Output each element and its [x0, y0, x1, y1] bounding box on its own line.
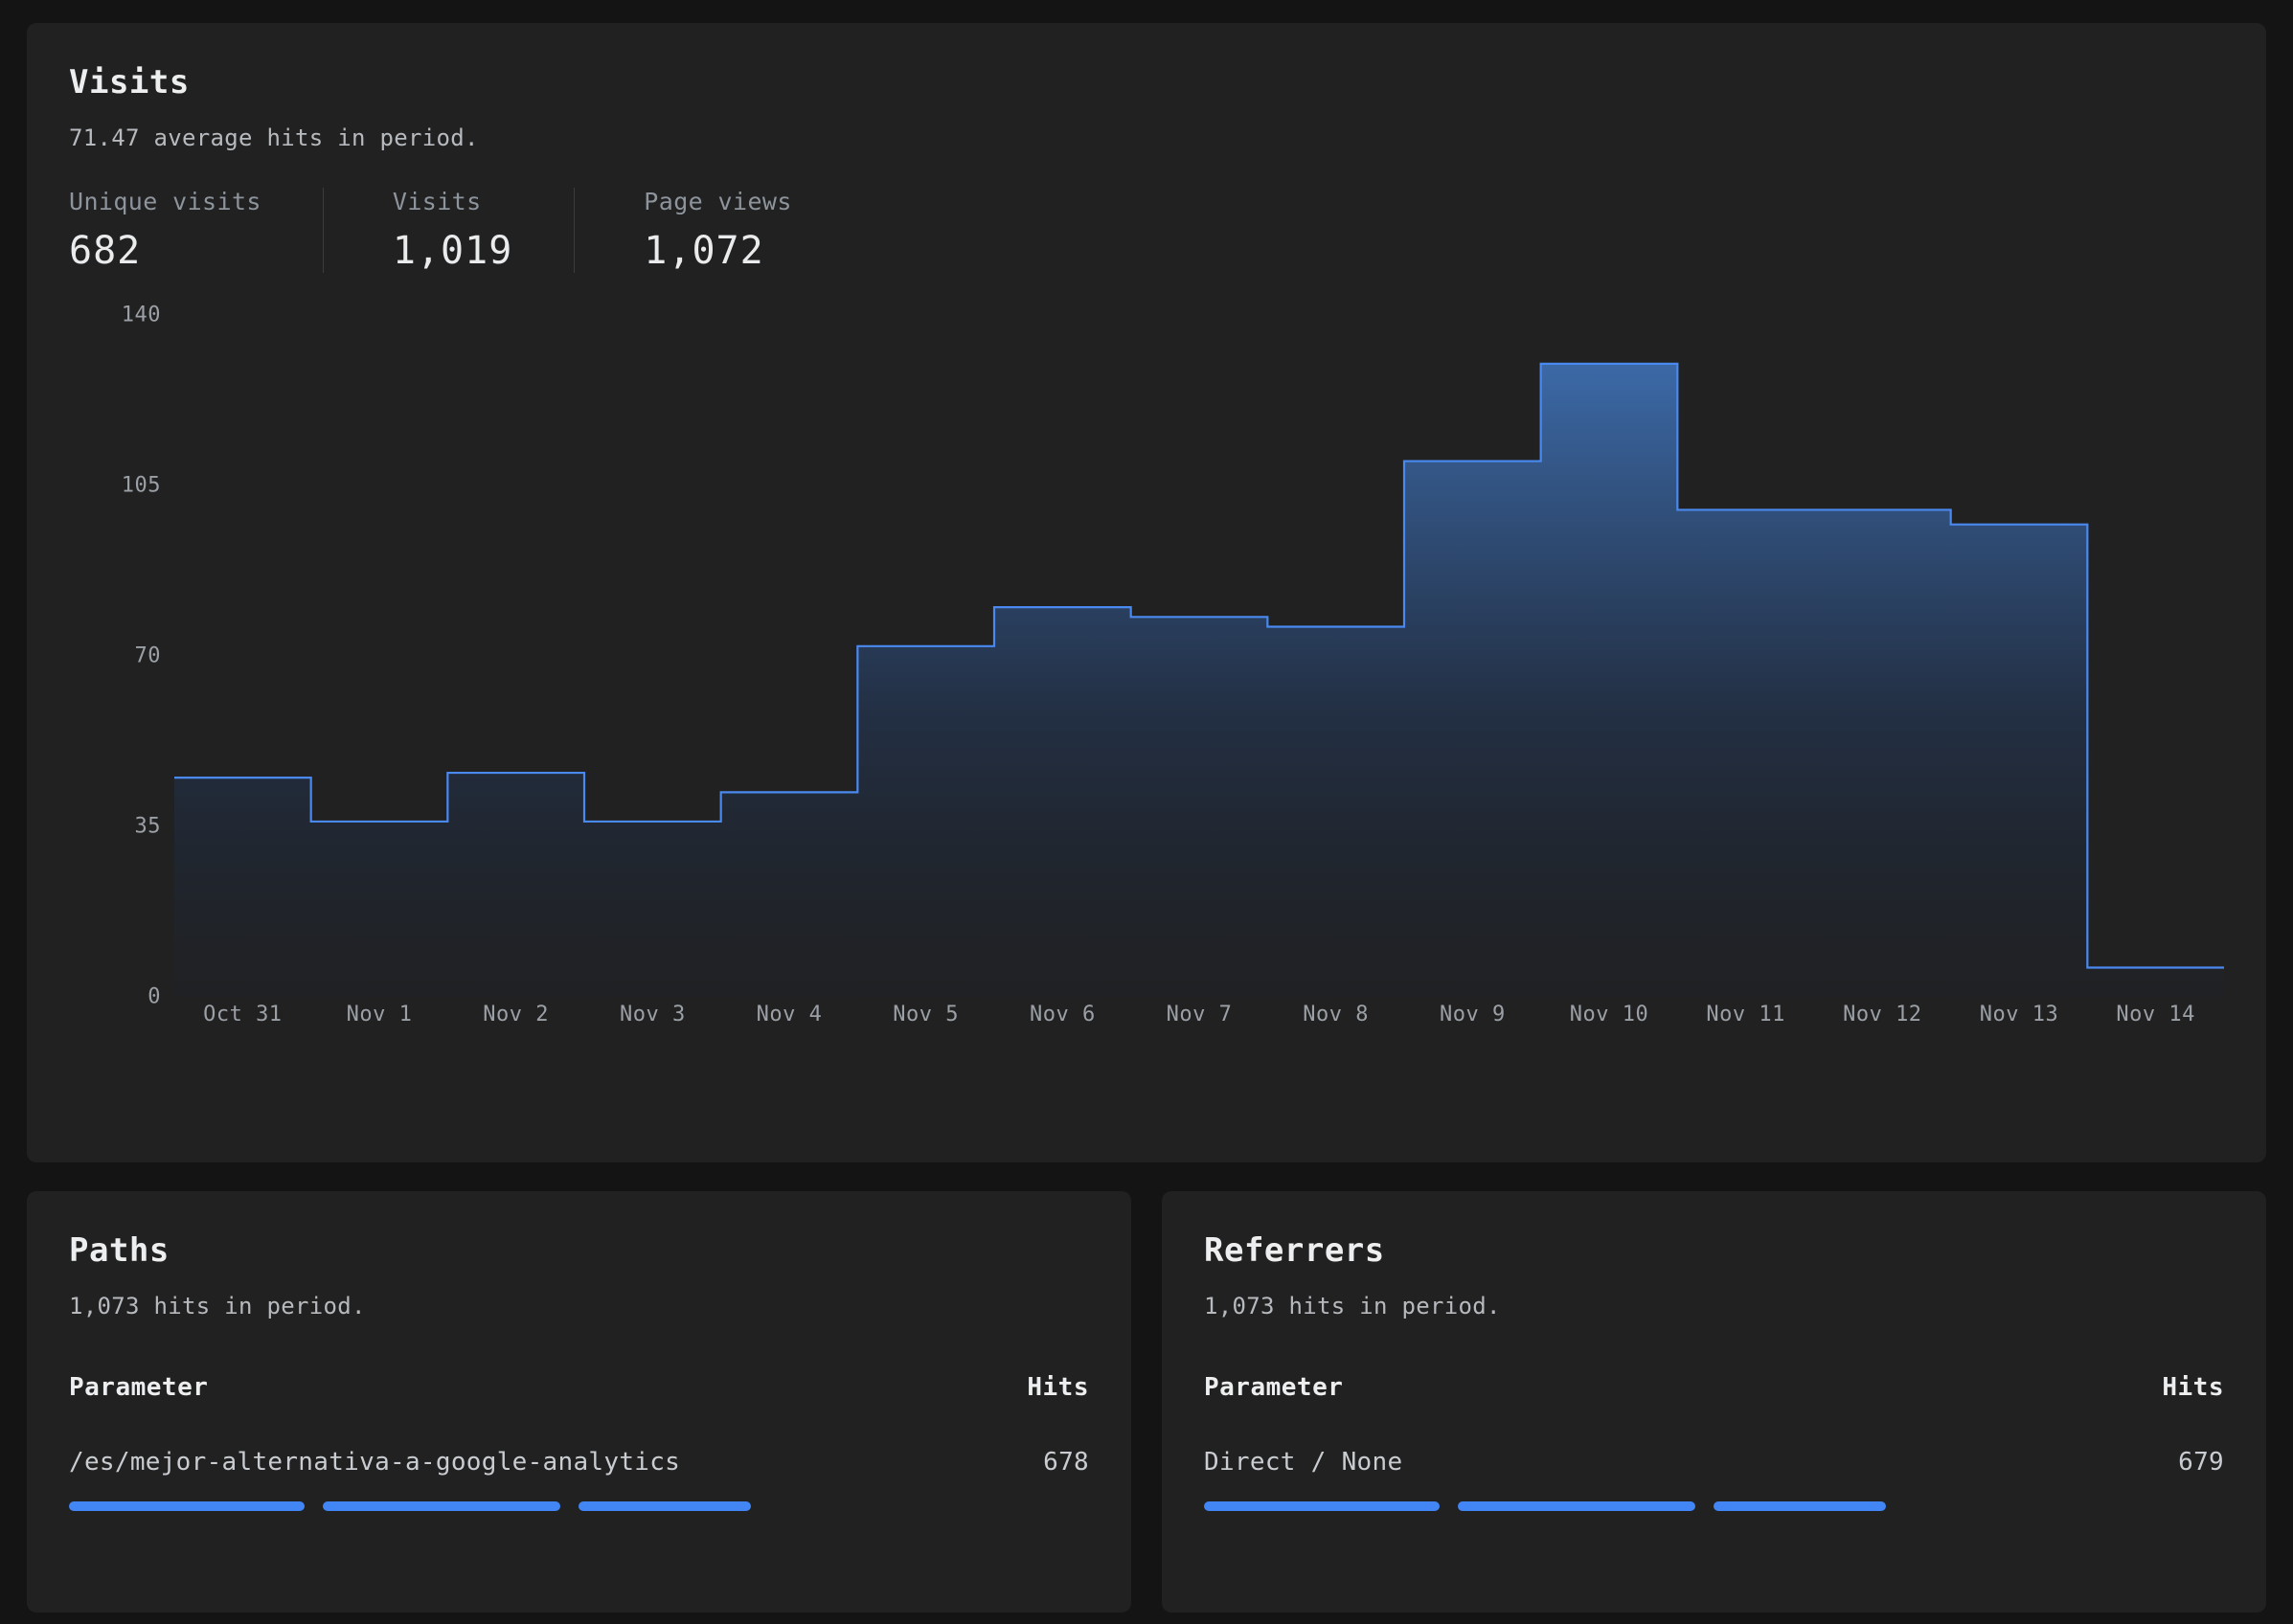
table-row[interactable]: Direct / None 679 — [1204, 1448, 2224, 1477]
paths-col-parameter: Parameter — [69, 1373, 209, 1402]
chart-x-tick: Nov 7 — [1166, 1003, 1233, 1026]
visits-stats-row: Unique visits 682 Visits 1,019 Page view… — [69, 188, 2224, 273]
bar-segment — [69, 1501, 305, 1511]
visits-chart[interactable]: 0 35 70 105 140 Oct 31 Nov 1 Nov 2 Nov 3… — [69, 304, 2224, 1071]
stat-page-views-value: 1,072 — [644, 229, 764, 273]
chart-x-tick: Nov 4 — [756, 1003, 823, 1026]
stat-visits: Visits 1,019 — [322, 188, 574, 273]
referrers-row-hits: 679 — [2178, 1448, 2224, 1477]
table-row[interactable]: /es/mejor-alternativa-a-google-analytics… — [69, 1448, 1089, 1477]
chart-x-tick: Nov 12 — [1843, 1003, 1922, 1026]
chart-x-tick: Nov 5 — [893, 1003, 960, 1026]
chart-plot-area[interactable] — [174, 315, 2224, 997]
paths-title: Paths — [69, 1231, 170, 1270]
chart-x-tick: Nov 1 — [346, 1003, 413, 1026]
visits-title: Visits — [69, 63, 190, 102]
chart-x-tick: Nov 10 — [1569, 1003, 1649, 1026]
referrers-table-header: Parameter Hits — [1204, 1373, 2224, 1402]
bar-segment — [579, 1501, 751, 1511]
chart-x-axis: Oct 31 Nov 1 Nov 2 Nov 3 Nov 4 Nov 5 Nov 6 Nov … — [174, 1003, 2224, 1041]
referrers-row-bar — [1204, 1501, 2224, 1511]
chart-y-tick: 70 — [134, 643, 161, 668]
analytics-dashboard: Visits 71.47 average hits in period. Uni… — [0, 0, 2293, 1624]
chart-y-tick: 140 — [121, 303, 161, 327]
chart-x-tick: Nov 14 — [2116, 1003, 2195, 1026]
bar-segment — [1458, 1501, 1695, 1511]
visits-card: Visits 71.47 average hits in period. Uni… — [27, 23, 2266, 1162]
stat-page-views-label: Page views — [644, 188, 792, 215]
chart-y-tick: 105 — [121, 473, 161, 498]
referrers-card: Referrers 1,073 hits in period. Paramete… — [1162, 1191, 2266, 1613]
stat-visits-value: 1,019 — [392, 229, 513, 273]
chart-y-tick: 0 — [148, 984, 161, 1009]
referrers-row-parameter[interactable]: Direct / None — [1204, 1448, 1402, 1477]
paths-subtitle: 1,073 hits in period. — [69, 1293, 366, 1320]
chart-x-tick: Nov 6 — [1029, 1003, 1096, 1026]
referrers-title: Referrers — [1204, 1231, 1385, 1270]
paths-col-hits: Hits — [1027, 1373, 1089, 1402]
stat-unique-visits: Unique visits 682 — [69, 188, 323, 273]
paths-card: Paths 1,073 hits in period. Parameter Hi… — [27, 1191, 1131, 1613]
bar-segment — [323, 1501, 560, 1511]
referrers-col-hits: Hits — [2162, 1373, 2224, 1402]
chart-x-tick: Nov 2 — [483, 1003, 550, 1026]
chart-x-tick: Nov 11 — [1706, 1003, 1785, 1026]
chart-step-area[interactable] — [174, 315, 2224, 997]
bar-segment — [1204, 1501, 1440, 1511]
chart-y-tick: 35 — [134, 814, 161, 839]
visits-subtitle: 71.47 average hits in period. — [69, 124, 479, 151]
referrers-subtitle: 1,073 hits in period. — [1204, 1293, 1501, 1320]
chart-x-tick: Nov 9 — [1439, 1003, 1506, 1026]
stat-page-views: Page views 1,072 — [574, 188, 853, 273]
stat-visits-label: Visits — [392, 188, 482, 215]
chart-x-tick: Nov 3 — [619, 1003, 686, 1026]
stat-unique-visits-label: Unique visits — [69, 188, 261, 215]
chart-x-tick: Oct 31 — [203, 1003, 283, 1026]
stat-unique-visits-value: 682 — [69, 229, 142, 273]
chart-x-tick: Nov 8 — [1303, 1003, 1370, 1026]
chart-y-axis: 0 35 70 105 140 — [69, 304, 161, 1009]
referrers-col-parameter: Parameter — [1204, 1373, 1344, 1402]
chart-x-tick: Nov 13 — [1979, 1003, 2059, 1026]
bottom-panels: Paths 1,073 hits in period. Parameter Hi… — [27, 1191, 2266, 1613]
paths-row-parameter[interactable]: /es/mejor-alternativa-a-google-analytics — [69, 1448, 680, 1477]
paths-row-hits: 678 — [1043, 1448, 1089, 1477]
bar-segment — [1714, 1501, 1886, 1511]
paths-row-bar — [69, 1501, 1089, 1511]
paths-table-header: Parameter Hits — [69, 1373, 1089, 1402]
